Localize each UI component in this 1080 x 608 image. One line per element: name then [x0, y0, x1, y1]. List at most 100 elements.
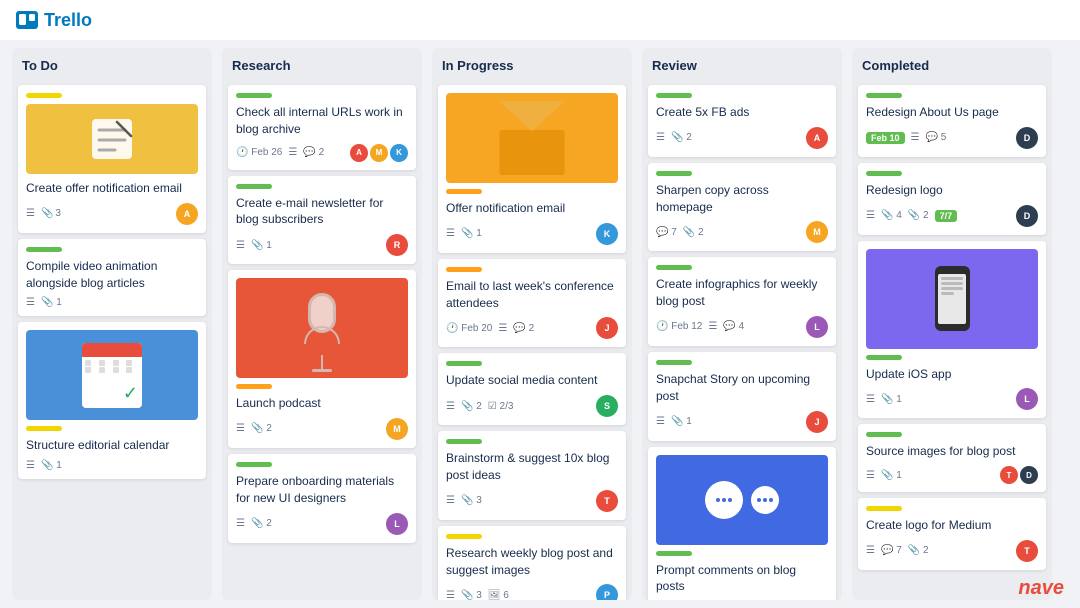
card-meta: 🕐 Feb 26 ☰ 💬 2 A M K: [236, 144, 408, 162]
card-meta: ☰ 📎 3 🖼 6 P: [446, 584, 618, 600]
card-meta: 🕐 Feb 12 ☰ 💬 4 L: [656, 316, 828, 338]
card-ip-5[interactable]: Research weekly blog post and suggest im…: [438, 526, 626, 600]
checklist-badge: 7/7: [935, 210, 958, 222]
column-review: Review Create 5x FB ads ☰ 📎 2 A Sharpen …: [642, 48, 842, 600]
avatar: A: [176, 203, 198, 225]
card-ip-3[interactable]: Update social media content ☰ 📎 2 ☑ 2/3 …: [438, 353, 626, 425]
card-label: [656, 551, 692, 556]
count-icon: 📎 2: [908, 210, 929, 221]
comments-icon: 💬 5: [925, 132, 946, 143]
card-image-checklist: [26, 104, 198, 174]
avatar: L: [806, 316, 828, 338]
card-title: Launch podcast: [236, 395, 408, 412]
card-meta: ☰ 📎 3 T: [446, 490, 618, 512]
comments-icon: 💬 4: [723, 321, 744, 332]
card-meta: ☰ 📎 2 A: [656, 127, 828, 149]
count-icon: 📎 2: [671, 132, 692, 143]
card-title: Check all internal URLs work in blog arc…: [236, 104, 408, 138]
comments-icon: 💬 7: [656, 227, 677, 238]
trello-wordmark: Trello: [44, 10, 92, 31]
desc-icon: ☰: [866, 394, 875, 405]
board: To Do Create offer notification email ☰ …: [0, 40, 1080, 608]
column-title-completed: Completed: [858, 56, 1046, 79]
card-ip-1[interactable]: Offer notification email ☰ 📎 1 K: [438, 85, 626, 253]
card-label: [236, 384, 272, 389]
comments-icon: 💬 2: [303, 147, 324, 158]
avatar: L: [386, 513, 408, 535]
card-ip-2[interactable]: Email to last week's conference attendee…: [438, 259, 626, 348]
card-comp-5[interactable]: Create logo for Medium ☰ 💬 7 📎 2 T: [858, 498, 1046, 570]
avatar: D: [1020, 466, 1038, 484]
card-label: [446, 267, 482, 272]
desc-icon: ☰: [26, 297, 35, 308]
card-rev-5[interactable]: Prompt comments on blog posts ☰ 📎 1 K: [648, 447, 836, 600]
card-title: Redesign logo: [866, 182, 1038, 199]
card-rev-2[interactable]: Sharpen copy across homepage 💬 7 📎 2 M: [648, 163, 836, 252]
avatar: T: [1016, 540, 1038, 562]
card-label: [656, 93, 692, 98]
trello-logo[interactable]: Trello: [16, 10, 92, 31]
card-title: Update iOS app: [866, 366, 1038, 383]
card-title: Source images for blog post: [866, 443, 1038, 460]
header: Trello: [0, 0, 1080, 40]
card-title: Prompt comments on blog posts: [656, 562, 828, 596]
card-meta: Feb 10 ☰ 💬 5 D: [866, 127, 1038, 149]
card-label: [236, 462, 272, 467]
date-icon: 🕐 Feb 12: [656, 321, 702, 332]
card-title: Redesign About Us page: [866, 104, 1038, 121]
desc-icon: ☰: [866, 210, 875, 221]
card-meta: ☰ 📎 3 A: [26, 203, 198, 225]
desc-icon: ☰: [26, 208, 35, 219]
card-label: [656, 265, 692, 270]
card-comp-4[interactable]: Source images for blog post ☰ 📎 1 T D: [858, 424, 1046, 492]
count-icon: 📎 1: [881, 470, 902, 481]
desc-icon: ☰: [446, 495, 455, 506]
card-res-2[interactable]: Create e-mail newsletter for blog subscr…: [228, 176, 416, 265]
column-title-research: Research: [228, 56, 416, 79]
card-label: [866, 506, 902, 511]
card-rev-3[interactable]: Create infographics for weekly blog post…: [648, 257, 836, 346]
column-title-review: Review: [648, 56, 836, 79]
card-meta: 🕐 Feb 20 ☰ 💬 2 J: [446, 317, 618, 339]
card-image-envelope: [446, 93, 618, 183]
card-ip-4[interactable]: Brainstorm & suggest 10x blog post ideas…: [438, 431, 626, 520]
card-label: [866, 432, 902, 437]
card-comp-3[interactable]: Update iOS app ☰ 📎 1 L: [858, 241, 1046, 419]
card-title: Create offer notification email: [26, 180, 198, 197]
count-icon: 📎 1: [251, 240, 272, 251]
desc-icon: ☰: [866, 470, 875, 481]
card-todo-2[interactable]: Compile video animation alongside blog a…: [18, 239, 206, 317]
card-todo-1[interactable]: Create offer notification email ☰ 📎 3 A: [18, 85, 206, 233]
card-comp-2[interactable]: Redesign logo ☰ 📎 4 📎 2 7/7 D: [858, 163, 1046, 235]
column-inprogress: In Progress Offer notification email ☰ 📎…: [432, 48, 632, 600]
card-todo-3[interactable]: ✓ Structure editorial calendar ☰ 📎 1: [18, 322, 206, 479]
card-label: [446, 189, 482, 194]
card-label: [866, 355, 902, 360]
card-label: [26, 247, 62, 252]
desc-icon: ☰: [236, 518, 245, 529]
count-icon: 📎 1: [41, 460, 62, 471]
desc-icon: ☰: [446, 590, 455, 600]
avatar: J: [596, 317, 618, 339]
desc-icon: ☰: [498, 323, 507, 334]
card-res-1[interactable]: Check all internal URLs work in blog arc…: [228, 85, 416, 170]
desc-icon: ☰: [236, 240, 245, 251]
card-comp-1[interactable]: Redesign About Us page Feb 10 ☰ 💬 5 D: [858, 85, 1046, 157]
avatar: M: [386, 418, 408, 440]
card-title: Offer notification email: [446, 200, 618, 217]
card-rev-4[interactable]: Snapchat Story on upcoming post ☰ 📎 1 J: [648, 352, 836, 441]
attachment-icon: 📎 1: [41, 297, 62, 308]
card-rev-1[interactable]: Create 5x FB ads ☰ 📎 2 A: [648, 85, 836, 157]
card-meta: ☰ 💬 7 📎 2 T: [866, 540, 1038, 562]
chat-bubble-small: [751, 486, 779, 514]
desc-icon: ☰: [708, 321, 717, 332]
avatar: K: [390, 144, 408, 162]
card-label: [446, 361, 482, 366]
card-meta: ☰ 📎 2 M: [236, 418, 408, 440]
card-res-4[interactable]: Prepare onboarding materials for new UI …: [228, 454, 416, 543]
card-meta: ☰ 📎 1 R: [236, 234, 408, 256]
card-title: Research weekly blog post and suggest im…: [446, 545, 618, 579]
card-label: [656, 360, 692, 365]
card-res-3[interactable]: Launch podcast ☰ 📎 2 M: [228, 270, 416, 448]
attachment-icon: 📎 3: [41, 208, 61, 219]
